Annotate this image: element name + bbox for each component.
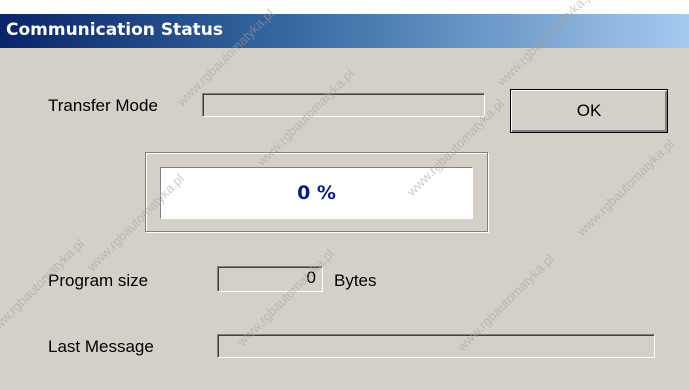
- watermark: www.rgbautomatyka.pl: [573, 135, 677, 240]
- transfer-mode-field: [202, 93, 485, 117]
- progress-percent-text: 0 %: [297, 182, 336, 204]
- program-size-unit: Bytes: [334, 271, 377, 290]
- ok-button[interactable]: OK: [510, 89, 668, 133]
- communication-status-dialog: Communication Status Transfer Mode OK 0 …: [0, 0, 689, 390]
- transfer-mode-label: Transfer Mode: [48, 96, 158, 115]
- program-size-field: 0: [217, 266, 323, 292]
- last-message-field: [217, 334, 655, 358]
- program-size-label: Program size: [48, 271, 149, 290]
- top-strip: [0, 0, 689, 14]
- last-message-label: Last Message: [48, 337, 154, 356]
- title-bar[interactable]: Communication Status: [0, 14, 689, 48]
- dialog-title: Communication Status: [6, 20, 224, 40]
- progress-box: 0 %: [160, 167, 473, 219]
- program-size-value: 0: [306, 268, 316, 287]
